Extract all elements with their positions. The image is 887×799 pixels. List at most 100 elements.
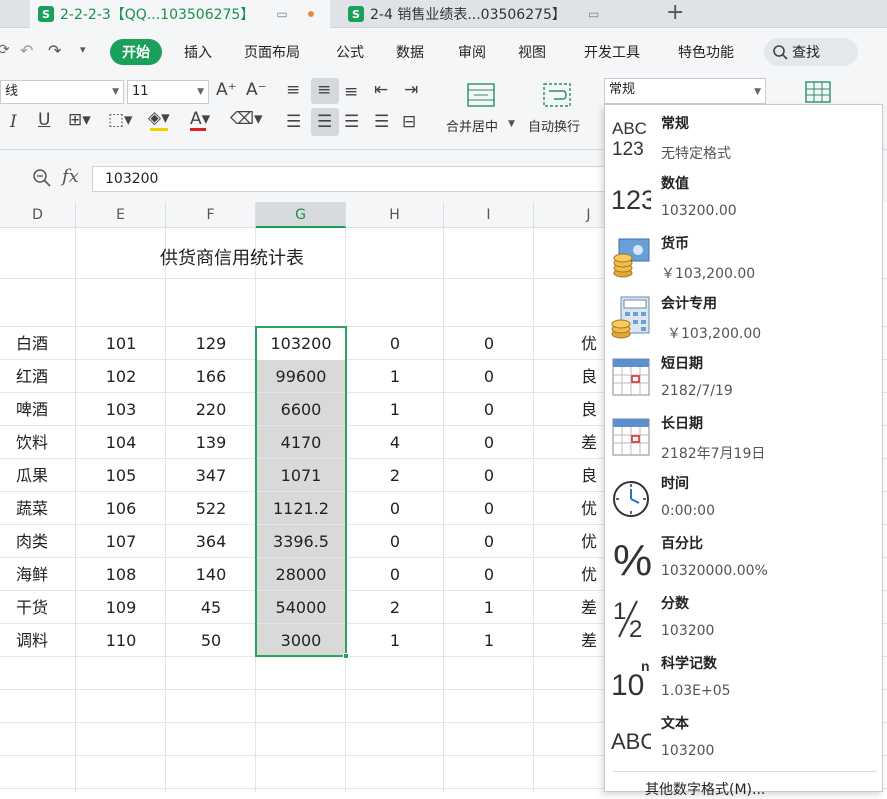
number-format-select[interactable]: 常规 ▼ xyxy=(604,78,766,104)
format-option-percentage[interactable]: % 百分比 10320000.00% xyxy=(605,527,882,587)
menu-view[interactable]: 视图 xyxy=(518,42,546,62)
fill-color-icon[interactable]: ◈▾ xyxy=(148,108,170,128)
cell-i[interactable]: 0 xyxy=(444,327,534,360)
menu-developer[interactable]: 开发工具 xyxy=(584,42,640,62)
font-name-select[interactable]: 线 ▼ xyxy=(0,80,124,104)
cell-h[interactable]: 1 xyxy=(346,360,444,393)
menu-data[interactable]: 数据 xyxy=(396,42,424,62)
new-tab-button[interactable]: + xyxy=(666,0,684,28)
cell-i[interactable]: 0 xyxy=(444,558,534,591)
cell-d[interactable]: 海鲜 xyxy=(0,558,64,591)
format-option-short-date[interactable]: 短日期 2182/7/19 xyxy=(605,347,882,407)
search-button[interactable]: 查找 xyxy=(764,38,858,66)
cell-h[interactable]: 2 xyxy=(346,459,444,492)
cell-h[interactable]: 0 xyxy=(346,558,444,591)
decrease-font-size-icon[interactable]: A⁻ xyxy=(246,80,267,100)
cell-f[interactable]: 45 xyxy=(166,591,256,624)
cell-d[interactable]: 白酒 xyxy=(0,327,64,360)
borders-icon[interactable]: ⊞▾ xyxy=(68,110,91,130)
column-header-f[interactable]: F xyxy=(166,202,256,228)
monitor-icon[interactable]: ▭ xyxy=(276,7,287,21)
cell-e[interactable]: 109 xyxy=(76,591,166,624)
cell-f[interactable]: 522 xyxy=(166,492,256,525)
formula-input[interactable]: 103200 xyxy=(92,166,612,192)
quick-access-dropdown-icon[interactable]: ▾ xyxy=(80,43,86,56)
cell-d[interactable]: 红酒 xyxy=(0,360,64,393)
column-header-d[interactable]: D xyxy=(0,202,76,228)
menu-page-layout[interactable]: 页面布局 xyxy=(244,42,300,62)
cell-f[interactable]: 129 xyxy=(166,327,256,360)
cell-e[interactable]: 108 xyxy=(76,558,166,591)
menu-special-features[interactable]: 特色功能 xyxy=(678,42,734,62)
cell-d[interactable]: 蔬菜 xyxy=(0,492,64,525)
cell-i[interactable]: 0 xyxy=(444,360,534,393)
cell-f[interactable]: 347 xyxy=(166,459,256,492)
column-header-h[interactable]: H xyxy=(346,202,444,228)
cell-h[interactable]: 1 xyxy=(346,393,444,426)
cell-h[interactable]: 2 xyxy=(346,591,444,624)
wrap-text-icon[interactable] xyxy=(542,82,572,108)
column-header-g[interactable]: G xyxy=(256,202,346,228)
font-color-icon[interactable]: A▾ xyxy=(190,109,210,129)
cell-e[interactable]: 110 xyxy=(76,624,166,657)
cell-d[interactable]: 干货 xyxy=(0,591,64,624)
align-right-icon[interactable]: ☰ xyxy=(344,112,359,132)
tab-document-1[interactable]: S 2-2-2-3【QQ...103506275】 ▭ xyxy=(30,0,330,28)
cell-d[interactable]: 肉类 xyxy=(0,525,64,558)
cell-f[interactable]: 139 xyxy=(166,426,256,459)
decrease-indent-icon[interactable]: ⇤ xyxy=(374,80,388,100)
cell-h[interactable]: 4 xyxy=(346,426,444,459)
cell-e[interactable]: 105 xyxy=(76,459,166,492)
format-option-scientific[interactable]: 10 n 科学记数 1.03E+05 xyxy=(605,647,882,707)
cell-i[interactable]: 1 xyxy=(444,591,534,624)
function-fx-icon[interactable]: fx xyxy=(62,166,79,187)
cell-i[interactable]: 0 xyxy=(444,459,534,492)
sheet-title-cell[interactable]: 供货商信用统计表 xyxy=(160,244,304,270)
distributed-align-icon[interactable]: ⊟ xyxy=(402,112,416,132)
cell-i[interactable]: 0 xyxy=(444,393,534,426)
format-option-accounting[interactable]: 会计专用 ￥103,200.00 xyxy=(605,287,882,347)
cell-f[interactable]: 220 xyxy=(166,393,256,426)
zoom-icon[interactable] xyxy=(32,168,52,188)
format-option-time[interactable]: 时间 0:00:00 xyxy=(605,467,882,527)
eraser-icon[interactable]: ⌫▾ xyxy=(230,109,263,129)
font-size-select[interactable]: 11 ▼ xyxy=(127,80,209,104)
column-header-i[interactable]: I xyxy=(444,202,534,228)
cell-i[interactable]: 1 xyxy=(444,624,534,657)
increase-font-size-icon[interactable]: A⁺ xyxy=(216,80,237,100)
fill-handle[interactable] xyxy=(343,653,349,659)
cell-e[interactable]: 103 xyxy=(76,393,166,426)
align-middle-button[interactable]: ≡ xyxy=(311,78,339,104)
align-top-icon[interactable]: ≡ xyxy=(286,80,300,100)
increase-indent-icon[interactable]: ⇥ xyxy=(404,80,418,100)
redo-partial-icon[interactable]: ⟳ xyxy=(0,42,10,58)
cell-e[interactable]: 107 xyxy=(76,525,166,558)
cell-h[interactable]: 0 xyxy=(346,525,444,558)
redo-icon[interactable]: ↷ xyxy=(48,41,61,60)
cell-e[interactable]: 104 xyxy=(76,426,166,459)
menu-home[interactable]: 开始 xyxy=(110,39,162,65)
menu-formulas[interactable]: 公式 xyxy=(336,42,364,62)
cell-e[interactable]: 102 xyxy=(76,360,166,393)
more-number-formats-link[interactable]: 其他数字格式(M)... xyxy=(645,779,765,799)
chevron-down-icon[interactable]: ▼ xyxy=(508,119,515,129)
cell-f[interactable]: 166 xyxy=(166,360,256,393)
cell-h[interactable]: 0 xyxy=(346,327,444,360)
format-option-long-date[interactable]: 长日期 2182年7月19日 xyxy=(605,407,882,467)
merge-center-icon[interactable] xyxy=(466,82,496,108)
cell-h[interactable]: 1 xyxy=(346,624,444,657)
tab-document-2[interactable]: S 2-4 销售业绩表...03506275】 ▭ xyxy=(340,0,630,28)
cell-style-icon[interactable]: ⬚▾ xyxy=(108,110,133,130)
cell-e[interactable]: 106 xyxy=(76,492,166,525)
cell-h[interactable]: 0 xyxy=(346,492,444,525)
cell-f[interactable]: 140 xyxy=(166,558,256,591)
cell-i[interactable]: 0 xyxy=(444,525,534,558)
menu-insert[interactable]: 插入 xyxy=(184,42,212,62)
format-option-number[interactable]: 123 数值 103200.00 xyxy=(605,167,882,227)
format-option-currency[interactable]: 货币 ￥103,200.00 xyxy=(605,227,882,287)
align-bottom-icon[interactable]: ≡ xyxy=(344,82,358,102)
cell-f[interactable]: 50 xyxy=(166,624,256,657)
justify-icon[interactable]: ☰ xyxy=(374,112,389,132)
underline-icon[interactable]: U xyxy=(38,110,50,130)
monitor-icon[interactable]: ▭ xyxy=(588,7,599,21)
